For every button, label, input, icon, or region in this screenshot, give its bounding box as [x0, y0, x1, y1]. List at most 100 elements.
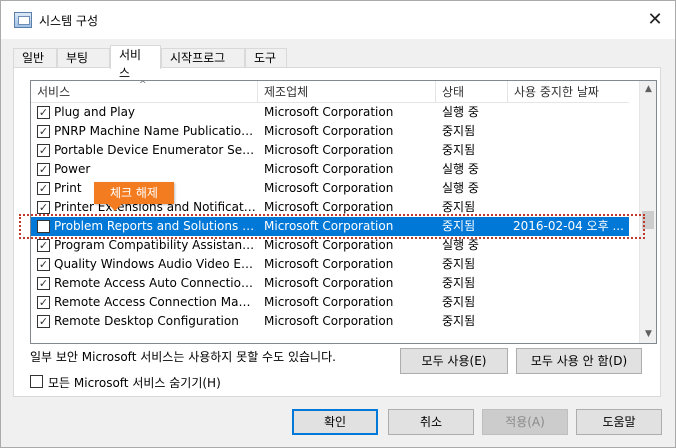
service-status: 중지됨 — [442, 143, 476, 157]
enable-all-button[interactable]: 모두 사용(E) — [400, 348, 508, 374]
checkbox-checked[interactable]: ✓ — [37, 182, 50, 195]
checkbox-checked[interactable]: ✓ — [37, 258, 50, 271]
column-disabled-date[interactable]: 사용 중지한 날짜 — [508, 81, 629, 103]
column-service[interactable]: ^ 서비스 — [31, 81, 258, 103]
checkbox-checked[interactable]: ✓ — [37, 239, 50, 252]
service-status: 실행 중 — [442, 238, 479, 252]
column-service-label: 서비스 — [37, 85, 71, 99]
manufacturer: Microsoft Corporation — [264, 200, 394, 214]
service-status: 중지됨 — [442, 314, 476, 328]
service-status: 중지됨 — [442, 200, 476, 214]
manufacturer: Microsoft Corporation — [264, 238, 394, 252]
checkbox-unchecked[interactable] — [37, 220, 50, 233]
disable-all-button[interactable]: 모두 사용 안 함(D) — [516, 348, 642, 374]
checkmark-icon: ✓ — [38, 144, 49, 157]
apply-button[interactable]: 적용(A) — [482, 409, 568, 435]
services-panel: ^ 서비스 제조업체 상태 사용 중지한 날짜 ✓ Plug and Play Mi… — [13, 67, 661, 397]
table-row[interactable]: Problem Reports and Solutions Con... Micr… — [31, 217, 629, 236]
table-row[interactable]: ✓ Program Compatibility Assistant Se... Mi… — [31, 236, 629, 255]
checkmark-icon: ✓ — [38, 315, 49, 328]
service-name: Program Compatibility Assistant Se... — [54, 238, 258, 252]
checkbox-checked[interactable]: ✓ — [37, 144, 50, 157]
checkmark-icon: ✓ — [38, 277, 49, 290]
table-row[interactable]: ✓ Remote Desktop Configuration Microsoft C… — [31, 312, 629, 331]
disabled-date: 2016-02-04 오후 ... — [513, 219, 624, 233]
tab-boot[interactable]: 부팅 — [57, 48, 110, 68]
checkbox-checked[interactable]: ✓ — [37, 296, 50, 309]
checkbox-checked[interactable]: ✓ — [37, 277, 50, 290]
service-status: 중지됨 — [442, 276, 476, 290]
window-title: 시스템 구성 — [39, 14, 99, 28]
checkbox-checked[interactable]: ✓ — [37, 315, 50, 328]
security-note: 일부 보안 Microsoft 서비스는 사용하지 못할 수도 있습니다. — [30, 350, 336, 364]
manufacturer: Microsoft Corporation — [264, 314, 394, 328]
hide-microsoft-services-checkbox[interactable] — [30, 375, 43, 388]
service-status: 중지됨 — [442, 219, 476, 233]
service-name: Remote Desktop Configuration — [54, 314, 239, 328]
column-manufacturer[interactable]: 제조업체 — [258, 81, 436, 103]
checkmark-icon: ✓ — [38, 106, 49, 119]
list-header: ^ 서비스 제조업체 상태 사용 중지한 날짜 — [31, 81, 629, 103]
uncheck-callout: 체크 해제 — [94, 182, 174, 211]
checkmark-icon: ✓ — [38, 201, 49, 214]
service-name: Remote Access Auto Connection M... — [54, 276, 258, 290]
scrollbar-thumb[interactable] — [642, 211, 654, 229]
manufacturer: Microsoft Corporation — [264, 295, 394, 309]
service-name: Problem Reports and Solutions Con... — [54, 219, 258, 233]
close-button[interactable]: ✕ — [641, 7, 669, 33]
services-list: ^ 서비스 제조업체 상태 사용 중지한 날짜 ✓ Plug and Play Mi… — [30, 80, 657, 344]
ok-button[interactable]: 확인 — [292, 409, 378, 435]
hide-microsoft-services-label: 모든 Microsoft 서비스 숨기기(H) — [48, 376, 221, 390]
tab-general[interactable]: 일반 — [13, 48, 57, 68]
checkmark-icon: ✓ — [38, 258, 49, 271]
table-row[interactable]: ✓ Remote Access Auto Connection M... Micro… — [31, 274, 629, 293]
service-status: 실행 중 — [442, 181, 479, 195]
table-row[interactable]: ✓ Plug and Play Microsoft Corporation 실행 중 — [31, 103, 629, 122]
service-name: Remote Access Connection Manager — [54, 295, 258, 309]
table-row[interactable]: ✓ Power Microsoft Corporation 실행 중 — [31, 160, 629, 179]
service-status: 실행 중 — [442, 105, 479, 119]
checkbox-checked[interactable]: ✓ — [37, 163, 50, 176]
checkbox-checked[interactable]: ✓ — [37, 106, 50, 119]
service-status: 중지됨 — [442, 295, 476, 309]
column-status[interactable]: 상태 — [436, 81, 508, 103]
manufacturer: Microsoft Corporation — [264, 105, 394, 119]
system-config-icon — [14, 12, 32, 28]
service-name: Plug and Play — [54, 105, 136, 119]
service-status: 중지됨 — [442, 124, 476, 138]
checkmark-icon: ✓ — [38, 182, 49, 195]
checkmark-icon: ✓ — [38, 163, 49, 176]
sort-up-icon: ^ — [139, 80, 147, 90]
scroll-up-icon[interactable]: ▲ — [640, 81, 656, 98]
table-row[interactable]: ✓ Portable Device Enumerator Service Micro… — [31, 141, 629, 160]
vertical-scrollbar[interactable]: ▲ ▼ — [639, 81, 656, 343]
table-row[interactable]: ✓ Quality Windows Audio Video Expe... Micr… — [31, 255, 629, 274]
checkbox-checked[interactable]: ✓ — [37, 125, 50, 138]
service-name: Quality Windows Audio Video Expe... — [54, 257, 258, 271]
system-config-window: 시스템 구성 ✕ 일반 부팅 서비스 시작프로그램 도구 ^ 서비스 제조업체 … — [0, 0, 676, 448]
manufacturer: Microsoft Corporation — [264, 143, 394, 157]
manufacturer: Microsoft Corporation — [264, 257, 394, 271]
help-button[interactable]: 도움말 — [576, 409, 662, 435]
manufacturer: Microsoft Corporation — [264, 219, 394, 233]
service-status: 실행 중 — [442, 162, 479, 176]
manufacturer: Microsoft Corporation — [264, 124, 394, 138]
checkmark-icon: ✓ — [38, 296, 49, 309]
service-name: PNRP Machine Name Publication S... — [54, 124, 258, 138]
checkbox-checked[interactable]: ✓ — [37, 201, 50, 214]
checkmark-icon: ✓ — [38, 239, 49, 252]
scroll-down-icon[interactable]: ▼ — [640, 326, 656, 343]
manufacturer: Microsoft Corporation — [264, 181, 394, 195]
cancel-button[interactable]: 취소 — [388, 409, 474, 435]
service-name: Power — [54, 162, 91, 176]
service-name: Portable Device Enumerator Service — [54, 143, 258, 157]
table-row[interactable]: ✓ PNRP Machine Name Publication S... Micro… — [31, 122, 629, 141]
manufacturer: Microsoft Corporation — [264, 162, 394, 176]
title-bar: 시스템 구성 ✕ — [1, 1, 675, 39]
service-status: 중지됨 — [442, 257, 476, 271]
service-rows: ✓ Plug and Play Microsoft Corporation 실행 중 ✓… — [31, 103, 629, 331]
tab-services[interactable]: 서비스 — [110, 45, 161, 80]
table-row[interactable]: ✓ Remote Access Connection Manager Microso… — [31, 293, 629, 312]
tab-tools[interactable]: 도구 — [245, 48, 287, 68]
tab-startup[interactable]: 시작프로그램 — [161, 48, 245, 83]
